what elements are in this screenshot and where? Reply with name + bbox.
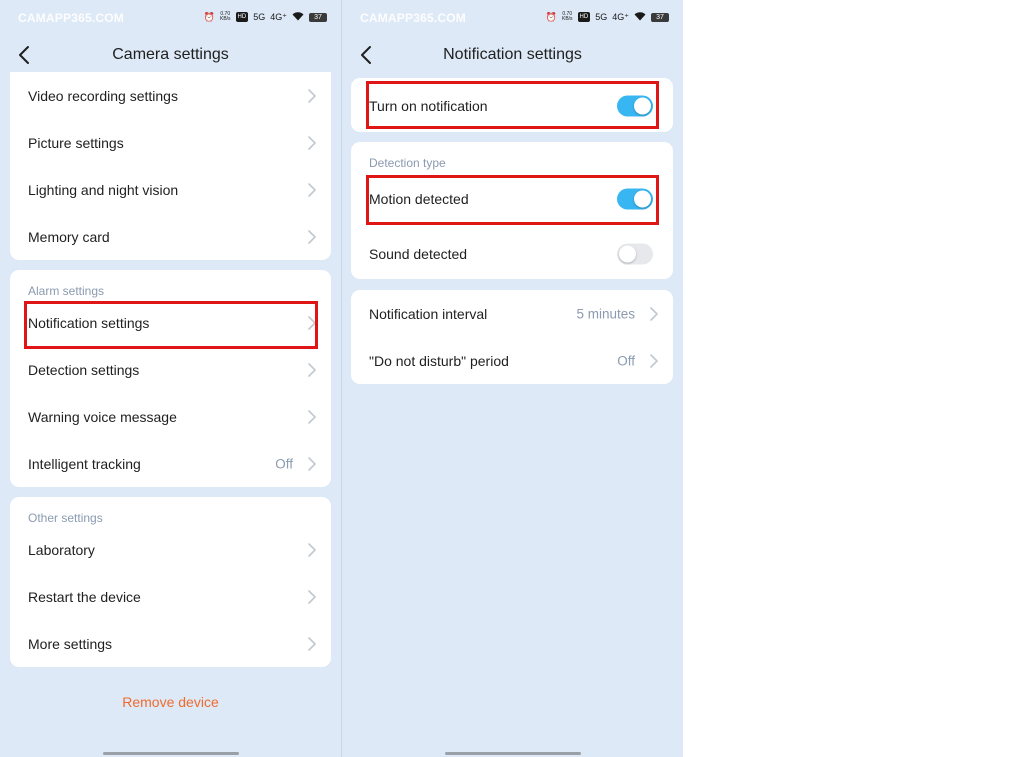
list-item-value: Off [275,456,293,471]
status-icons: ⏰ 0.70 KB/s HD 5G 4G⁺ 37 [546,11,669,23]
hd-voice-icon: HD [235,12,249,22]
alarm-clock-icon: ⏰ [545,12,557,22]
list-item-lighting[interactable]: Lighting and night vision [10,166,331,213]
chevron-right-icon [308,542,316,557]
section-label-other: Other settings [28,511,103,525]
list-item-label: Video recording settings [28,87,178,104]
page-title: Notification settings [443,46,582,63]
signal-4g-icon: 4G⁺ [270,12,287,22]
list-item-warning-voice[interactable]: Warning voice message [10,393,331,440]
wifi-icon [292,11,304,23]
list-item-picture[interactable]: Picture settings [10,119,331,166]
alarm-clock-icon: ⏰ [203,12,215,22]
status-bar: CAMAPP365.COM ⏰ 0.70 KB/s HD 5G 4G⁺ 37 [0,0,341,34]
interval-settings-card: Notification interval 5 minutes "Do not … [351,290,673,384]
list-item-label: Warning voice message [28,408,177,425]
chevron-right-icon [650,353,658,368]
other-settings-card: Other settings Laboratory Restart the de… [10,497,331,667]
toggle-knob [619,245,636,262]
watermark: CAMAPP365.COM [18,11,124,25]
signal-5g-icon: 5G [595,12,608,22]
chevron-right-icon [308,182,316,197]
sound-detected-toggle[interactable] [617,243,653,264]
list-item-label: Memory card [28,228,110,245]
list-item-video-recording[interactable]: Video recording settings [10,72,331,119]
list-item-label: Restart the device [28,588,141,605]
list-item-label: Lighting and night vision [28,181,179,198]
page-title: Camera settings [112,46,229,63]
list-item-value: 5 minutes [576,306,635,321]
chevron-right-icon [308,229,316,244]
list-item-label: Intelligent tracking [28,455,141,472]
network-speed: 0.70 KB/s [562,12,573,22]
highlight-frame [366,175,659,225]
watermark: CAMAPP365.COM [360,11,466,25]
status-icons: ⏰ 0.70 KB/s HD 5G 4G⁺ 37 [204,11,327,23]
chevron-right-icon [308,636,316,651]
chevron-right-icon [308,409,316,424]
list-item-label: Picture settings [28,134,124,151]
list-item-intelligent-tracking[interactable]: Intelligent tracking Off [10,440,331,487]
nav-bar: Notification settings [342,36,683,74]
battery-icon: 37 [309,12,327,22]
chevron-right-icon [308,135,316,150]
list-item-label: Sound detected [369,245,468,262]
chevron-right-icon [308,589,316,604]
list-item-value: Off [617,353,635,368]
nav-bar: Camera settings [0,36,341,74]
list-item-label: Detection settings [28,361,140,378]
section-label-detection: Detection type [369,156,446,170]
network-speed-unit: KB/s [219,16,231,22]
notification-settings-screen: CAMAPP365.COM ⏰ 0.70 KB/s HD 5G 4G⁺ 37 No… [342,0,683,757]
battery-icon: 37 [651,12,669,22]
list-item-detection-settings[interactable]: Detection settings [10,346,331,393]
network-speed: 0.70 KB/s [220,12,231,22]
chevron-right-icon [308,88,316,103]
list-item-notification-interval[interactable]: Notification interval 5 minutes [351,290,673,337]
home-indicator[interactable] [102,752,239,755]
list-item-label: Laboratory [28,541,95,558]
network-speed-unit: KB/s [561,16,573,22]
status-bar: CAMAPP365.COM ⏰ 0.70 KB/s HD 5G 4G⁺ 37 [342,0,683,34]
highlight-frame [24,301,318,349]
wifi-icon [634,11,646,23]
home-indicator[interactable] [444,752,581,755]
list-item-sound-detected: Sound detected [351,230,673,277]
highlight-frame [366,81,659,129]
chevron-right-icon [308,456,316,471]
list-item-more-settings[interactable]: More settings [10,620,331,667]
signal-5g-icon: 5G [253,12,266,22]
list-item-label: "Do not disturb" period [369,352,509,369]
list-item-laboratory[interactable]: Laboratory [10,526,331,573]
signal-4g-icon: 4G⁺ [612,12,629,22]
list-item-label: Notification interval [369,305,488,322]
hd-voice-icon: HD [577,12,591,22]
chevron-right-icon [650,306,658,321]
list-item-label: More settings [28,635,113,652]
list-item-do-not-disturb[interactable]: "Do not disturb" period Off [351,337,673,384]
chevron-right-icon [308,362,316,377]
general-settings-card: Video recording settings Picture setting… [10,72,331,260]
list-item-memory-card[interactable]: Memory card [10,213,331,260]
camera-settings-screen: CAMAPP365.COM ⏰ 0.70 KB/s HD 5G 4G⁺ 37 Ca… [0,0,341,757]
list-item-restart[interactable]: Restart the device [10,573,331,620]
remove-device-button[interactable]: Remove device [0,694,341,710]
section-label-alarm: Alarm settings [28,284,105,298]
